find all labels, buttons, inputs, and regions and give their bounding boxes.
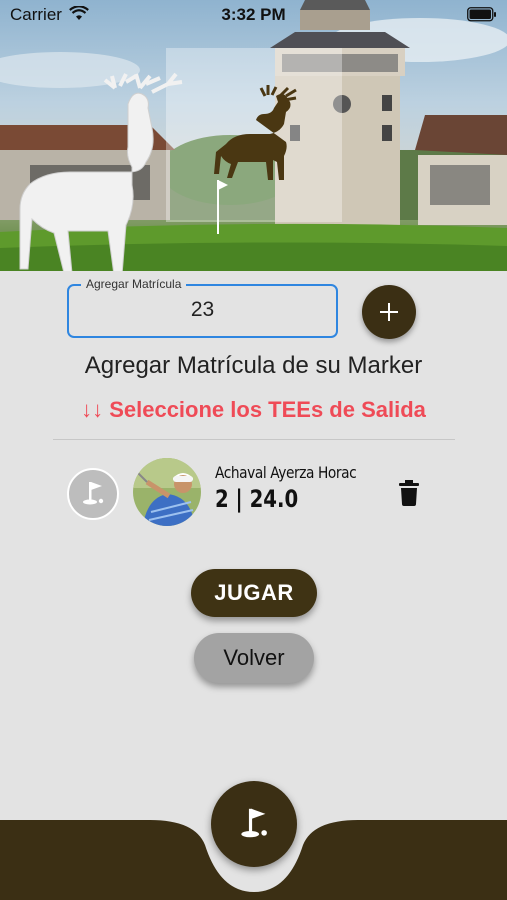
status-bar: Carrier 3:32 PM — [0, 0, 507, 30]
hero-image — [0, 0, 507, 271]
hero-scene — [0, 0, 507, 271]
trash-icon — [399, 480, 419, 506]
home-golf-button[interactable] — [211, 781, 297, 867]
battery-icon — [467, 7, 497, 27]
golf-flag-icon — [83, 482, 104, 505]
player-handicap: 2 | 24.0 — [215, 485, 299, 513]
back-button[interactable]: Volver — [194, 633, 314, 683]
player-name: Achaval Ayerza Horac — [215, 463, 357, 482]
golf-flag-icon — [241, 808, 267, 838]
select-tees-hint: ↓↓ Seleccione los TEEs de Salida — [81, 397, 426, 422]
player-row: Achaval Ayerza Horac 2 | 24.0 — [0, 458, 507, 530]
delete-player-button[interactable] — [398, 480, 420, 506]
player-avatar — [133, 458, 201, 526]
clock-label: 3:32 PM — [221, 5, 286, 24]
plus-icon — [380, 303, 398, 321]
divider — [53, 439, 455, 440]
tee-selector-button[interactable] — [67, 468, 119, 520]
play-button[interactable]: JUGAR — [191, 569, 317, 617]
marker-license-input[interactable] — [69, 298, 336, 322]
page-title: Agregar Matrícula de su Marker — [84, 352, 423, 379]
marker-license-field[interactable]: Agregar Matrícula — [67, 277, 338, 338]
add-marker-button[interactable] — [362, 285, 416, 339]
marker-license-label: Agregar Matrícula — [81, 277, 187, 291]
